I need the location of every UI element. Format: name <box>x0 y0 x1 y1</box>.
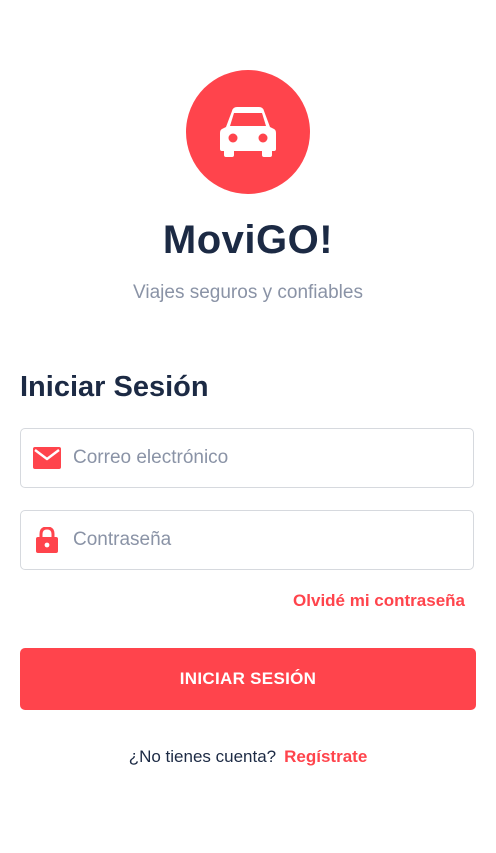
password-input[interactable] <box>71 519 473 561</box>
lock-icon <box>33 526 61 554</box>
app-tagline: Viajes seguros y confiables <box>133 282 363 303</box>
signup-question: ¿No tienes cuenta? <box>128 747 277 766</box>
signup-link[interactable]: Regístrate <box>284 747 367 766</box>
app-logo <box>186 70 310 194</box>
forgot-password-link[interactable]: Olvidé mi contraseña <box>293 591 465 611</box>
login-heading: Iniciar Sesión <box>20 371 209 403</box>
signup-prompt: ¿No tienes cuenta? Regístrate <box>0 747 496 767</box>
car-icon <box>220 107 276 157</box>
email-input[interactable] <box>71 437 473 479</box>
mail-icon <box>33 444 61 472</box>
app-title: MoviGO! <box>162 218 334 262</box>
login-button[interactable]: INICIAR SESIÓN <box>20 648 476 710</box>
password-field[interactable] <box>20 510 474 570</box>
login-screen: MoviGO! Viajes seguros y confiables Inic… <box>0 0 496 853</box>
email-field[interactable] <box>20 428 474 488</box>
